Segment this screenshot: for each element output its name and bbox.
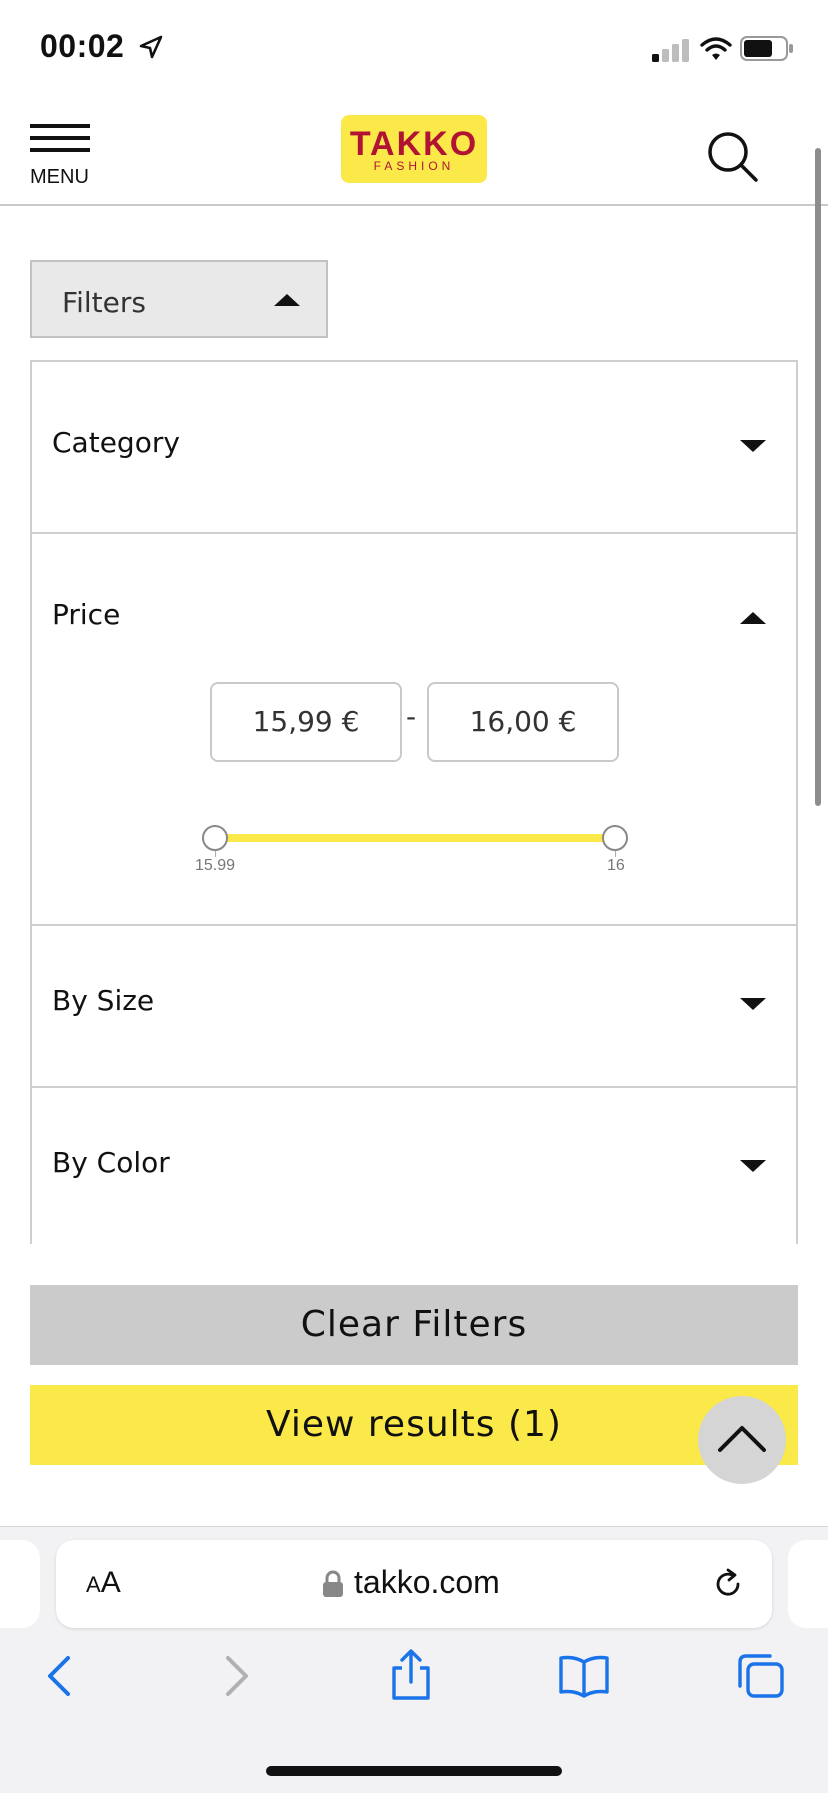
hamburger-icon: [30, 124, 90, 128]
section-title-color: By Color: [52, 1146, 170, 1179]
section-title-size: By Size: [52, 984, 155, 1017]
chevron-down-icon: [740, 1160, 766, 1172]
forward-icon[interactable]: [218, 1652, 254, 1700]
filter-panel: Category Price 15,99 € - 16,00 € 15.99 1…: [30, 360, 798, 1244]
cellular-signal-icon: [652, 39, 689, 62]
chevron-up-icon[interactable]: [740, 612, 766, 624]
lock-icon: [323, 1570, 343, 1597]
chevron-down-icon: [740, 998, 766, 1010]
text-size-button[interactable]: AA: [86, 1566, 121, 1600]
view-results-button[interactable]: View results (1): [30, 1385, 798, 1465]
filter-section-size[interactable]: By Size: [32, 926, 796, 1088]
chevron-down-icon: [740, 440, 766, 452]
price-separator: -: [406, 700, 417, 733]
wifi-icon: [700, 37, 732, 60]
home-indicator[interactable]: [266, 1766, 562, 1776]
bookmarks-icon[interactable]: [558, 1652, 610, 1700]
price-slider-max-handle[interactable]: [602, 825, 628, 851]
section-title-category: Category: [52, 426, 180, 459]
tabs-icon[interactable]: [736, 1652, 786, 1700]
slider-min-label: 15.99: [195, 857, 236, 874]
filters-toggle-button[interactable]: Filters: [30, 260, 328, 338]
filter-section-color[interactable]: By Color: [32, 1088, 796, 1244]
logo-subtext: FASHION: [373, 159, 455, 173]
location-arrow-icon: [139, 35, 163, 59]
next-tab-peek[interactable]: [788, 1540, 828, 1628]
filter-section-category[interactable]: Category: [32, 362, 796, 534]
previous-tab-peek[interactable]: [0, 1540, 40, 1628]
chevron-up-icon: [718, 1426, 766, 1452]
menu-label: MENU: [30, 166, 89, 188]
status-time: 00:02: [40, 28, 125, 64]
header-divider: [0, 204, 828, 206]
price-slider-track[interactable]: [214, 834, 614, 842]
scroll-to-top-button[interactable]: [698, 1396, 786, 1484]
takko-logo[interactable]: TAKKO FASHION: [341, 115, 487, 183]
price-slider-min-handle[interactable]: [202, 825, 228, 851]
share-icon[interactable]: [388, 1648, 434, 1702]
address-bar[interactable]: AA takko.com: [56, 1540, 772, 1628]
search-icon[interactable]: [706, 130, 760, 184]
price-min-input[interactable]: 15,99 €: [210, 682, 402, 762]
reload-icon[interactable]: [710, 1566, 746, 1602]
chevron-up-icon: [274, 294, 300, 306]
clear-filters-button[interactable]: Clear Filters: [30, 1285, 798, 1365]
url-text: takko.com: [354, 1564, 500, 1600]
page-scrollbar[interactable]: [815, 148, 821, 806]
menu-button[interactable]: MENU: [30, 124, 94, 188]
back-icon[interactable]: [42, 1652, 78, 1700]
price-max-input[interactable]: 16,00 €: [427, 682, 619, 762]
filter-section-price: Price 15,99 € - 16,00 € 15.99 16: [32, 534, 796, 926]
slider-max-label: 16: [607, 857, 625, 874]
filters-label: Filters: [62, 286, 146, 319]
battery-icon: [740, 36, 793, 61]
section-title-price[interactable]: Price: [52, 598, 120, 631]
